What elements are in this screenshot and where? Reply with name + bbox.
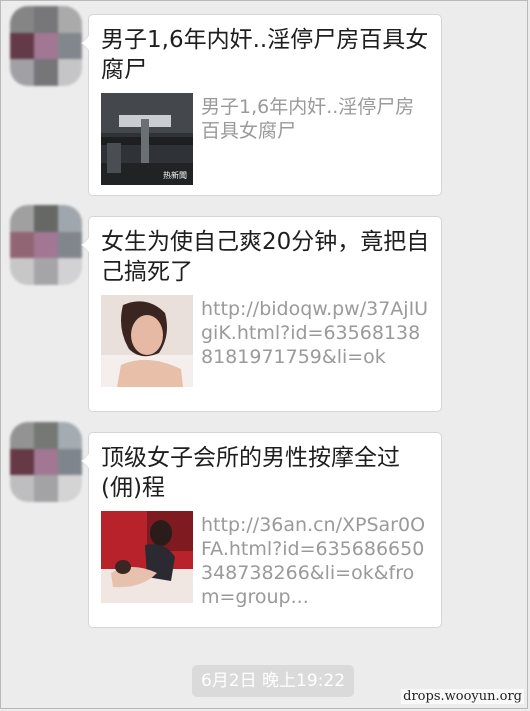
watermark: drops.wooyun.org: [401, 689, 524, 704]
link-card[interactable]: 顶级女子会所的男性按摩全过(佣)程 http://36an.cn/XPSar0O…: [81, 432, 442, 628]
link-card-description: http://36an.cn/XPSar0OFA.html?id=6356866…: [201, 514, 426, 608]
link-card-description: http://bidoqw.pw/37AjIUgiK.html?id=63568…: [201, 298, 429, 368]
link-card-thumbnail: [101, 511, 193, 603]
link-card-thumbnail: [101, 295, 193, 387]
link-card-title: 女生为使自己爽20分钟，竟把自己搞死了: [101, 229, 430, 285]
avatar[interactable]: [10, 422, 82, 502]
thumbnail-badge: 热新聞: [163, 171, 187, 180]
avatar[interactable]: [10, 205, 82, 285]
link-card-title: 顶级女子会所的男性按摩全过(佣)程: [101, 445, 400, 501]
link-card-title: 男子1,6年内奸..淫停尸房百具女腐尸: [101, 27, 429, 83]
link-card[interactable]: 女生为使自己爽20分钟，竟把自己搞死了 http://bidoqw.pw/37A…: [81, 216, 442, 412]
avatar[interactable]: [10, 6, 82, 86]
link-card-thumbnail: 热新聞: [101, 93, 193, 185]
link-card[interactable]: 男子1,6年内奸..淫停尸房百具女腐尸 热新聞 男子1,6年内奸..淫停尸房百具…: [81, 14, 442, 196]
timestamp: 6月2日 晚上19:22: [192, 665, 354, 697]
link-card-description: 男子1,6年内奸..淫停尸房百具女腐尸: [201, 96, 415, 142]
